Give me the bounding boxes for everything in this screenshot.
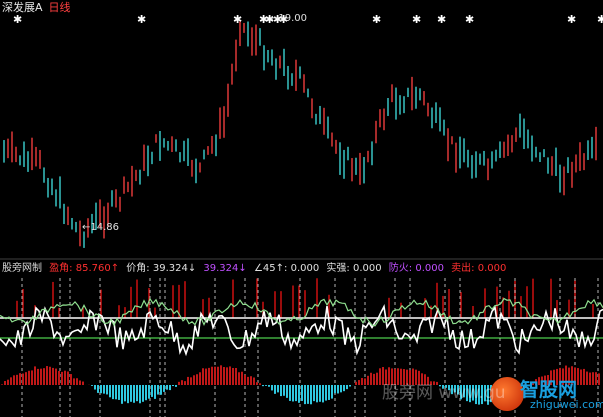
signal-marker: ✱ <box>137 13 146 26</box>
low-price-label: ←14.86 <box>82 222 119 233</box>
signal-marker: ✱ <box>465 13 474 26</box>
indicator-bar: 股旁网制 盈角: 85.760↑ 价角: 39.324↓ 39.324↓ ∠45… <box>2 262 510 276</box>
low-price-value: 14.86 <box>90 222 120 233</box>
signal-marker: ✱ <box>567 13 576 26</box>
signal-marker: ✱ <box>13 13 22 26</box>
signal-marker: ✱ <box>372 13 381 26</box>
signal-marker: ✱ <box>233 13 242 26</box>
indicator-angle45: ∠45↑: 0.000 <box>253 263 320 274</box>
indicator-name[interactable]: 股旁网制 <box>2 263 42 274</box>
indicator-jiajiao2: 39.324↓ <box>203 263 247 274</box>
watermark-text: 股旁网 www.gu <box>382 383 506 403</box>
watermark-url: zhiguwei.com <box>530 398 603 411</box>
indicator-maichu: 卖出: 0.000 <box>451 263 507 274</box>
signal-marker: ✱ <box>437 13 446 26</box>
oscillator-line <box>0 304 603 357</box>
signal-marker: ✱ <box>597 13 603 26</box>
indicator-yingjiao: 盈角: 85.760↑ <box>49 263 120 274</box>
indicator-shiqiang: 实强: 0.000 <box>326 263 382 274</box>
signal-marker: ✱ <box>412 13 421 26</box>
indicator-fanghuo: 防火: 0.000 <box>388 263 444 274</box>
high-price-value: 19.00 <box>278 13 308 24</box>
stock-chart-window: 深发展A 日线 ✱ ✱ ✱ ✱ ✱ ✱ ✱ ✱ ✱ ✱ ✱ ✱ ✱ ←19.00 ←14.86 股旁网制 … <box>0 0 603 417</box>
chart-canvas[interactable]: ✱ ✱ ✱ ✱✱✱✱ ✱ ✱ ✱ ✱ ✱ ✱ <box>0 0 603 417</box>
indicator-jiajiao: 价角: 39.324↓ <box>126 263 197 274</box>
high-price-label: ←19.00 <box>270 13 307 24</box>
